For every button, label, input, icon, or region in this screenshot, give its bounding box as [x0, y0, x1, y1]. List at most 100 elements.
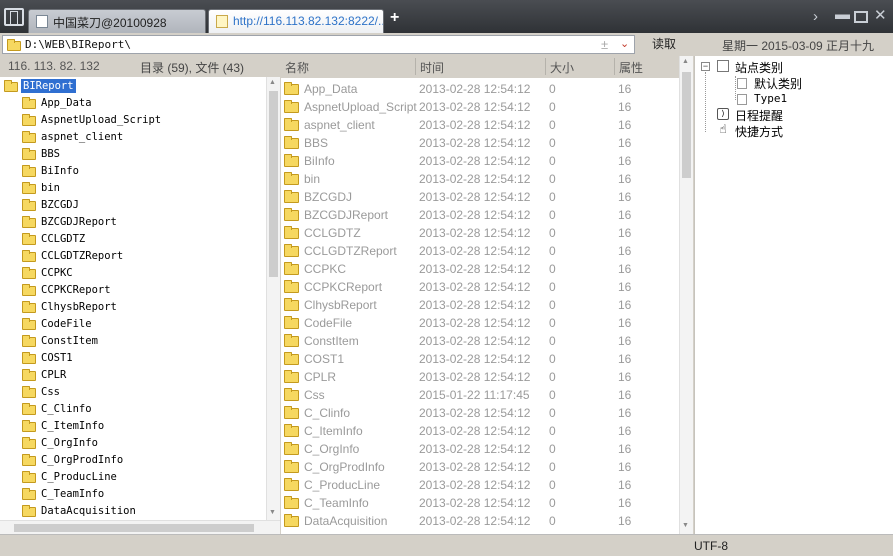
chevron-down-icon[interactable]: ⌄	[620, 37, 629, 50]
cell-time: 2013-02-28 12:54:12	[419, 280, 531, 294]
scrollbar-thumb[interactable]	[682, 72, 691, 178]
tree-item-label: C_OrgProdInfo	[41, 454, 124, 466]
minimize-icon[interactable]: ▬	[835, 6, 850, 23]
tab-caidao[interactable]: 中国菜刀@20100928	[28, 9, 206, 33]
scroll-up-icon[interactable]: ▲	[269, 79, 276, 86]
table-row[interactable]: C_ProducLine 2013-02-28 12:54:12 0 16	[281, 476, 679, 494]
table-row[interactable]: CPLR 2013-02-28 12:54:12 0 16	[281, 368, 679, 386]
cell-time: 2013-02-28 12:54:12	[419, 298, 531, 312]
table-row[interactable]: BBS 2013-02-28 12:54:12 0 16	[281, 134, 679, 152]
table-row[interactable]: bin 2013-02-28 12:54:12 0 16	[281, 170, 679, 188]
table-row[interactable]: BZCGDJReport 2013-02-28 12:54:12 0 16	[281, 206, 679, 224]
folder-icon	[22, 437, 36, 449]
cell-size: 0	[549, 208, 556, 222]
column-divider[interactable]	[415, 58, 416, 75]
tab-url[interactable]: http://116.113.82.132:8222/...	[208, 9, 384, 33]
column-time[interactable]: 时间	[420, 59, 444, 76]
folder-icon	[284, 388, 299, 401]
cell-name: C_TeamInfo	[304, 496, 369, 510]
cell-attr: 16	[618, 172, 632, 186]
table-row[interactable]: C_Clinfo 2013-02-28 12:54:12 0 16	[281, 404, 679, 422]
cell-size: 0	[549, 226, 556, 240]
app-menu-icon[interactable]	[4, 8, 24, 26]
cell-name: C_Clinfo	[304, 406, 351, 420]
cell-size: 0	[549, 442, 556, 456]
table-row[interactable]: ConstItem 2013-02-28 12:54:12 0 16	[281, 332, 679, 350]
close-icon[interactable]: ✕	[874, 6, 887, 24]
table-row[interactable]: Css 2015-01-22 11:17:45 0 16	[281, 386, 679, 404]
table-row[interactable]: BiInfo 2013-02-28 12:54:12 0 16	[281, 152, 679, 170]
tree-guide-line	[705, 72, 706, 132]
new-tab-button[interactable]: +	[390, 9, 399, 27]
list-vertical-scrollbar[interactable]: ▲ ▼	[679, 56, 693, 534]
table-row[interactable]: CCLGDTZReport 2013-02-28 12:54:12 0 16	[281, 242, 679, 260]
read-button[interactable]: 读取	[640, 34, 688, 54]
cell-name: Css	[304, 388, 325, 402]
table-row[interactable]: CCPKCReport 2013-02-28 12:54:12 0 16	[281, 278, 679, 296]
cell-attr: 16	[618, 208, 632, 222]
scroll-up-icon[interactable]: ▲	[682, 58, 689, 65]
table-row[interactable]: CCLGDTZ 2013-02-28 12:54:12 0 16	[281, 224, 679, 242]
category-icon	[737, 94, 747, 105]
table-row[interactable]: C_TeamInfo 2013-02-28 12:54:12 0 16	[281, 494, 679, 512]
table-row[interactable]: CCPKC 2013-02-28 12:54:12 0 16	[281, 260, 679, 278]
cell-time: 2013-02-28 12:54:12	[419, 136, 531, 150]
table-row[interactable]: CodeFile 2013-02-28 12:54:12 0 16	[281, 314, 679, 332]
chevron-right-icon[interactable]: ›	[813, 8, 818, 25]
path-input[interactable]	[25, 37, 585, 52]
column-size[interactable]: 大小	[550, 59, 574, 76]
table-row[interactable]: App_Data 2013-02-28 12:54:12 0 16	[281, 80, 679, 98]
plus-minus-icon[interactable]: ±	[601, 37, 608, 52]
tree-item-label: Css	[41, 386, 60, 398]
cell-size: 0	[549, 316, 556, 330]
site-category-node[interactable]: 站点类别	[735, 59, 783, 76]
default-category-node[interactable]: 默认类别	[754, 75, 802, 92]
cell-attr: 16	[618, 226, 632, 240]
folder-icon	[22, 318, 36, 330]
maximize-icon[interactable]	[854, 11, 868, 23]
table-row[interactable]: DataAcquisition 2013-02-28 12:54:12 0 16	[281, 512, 679, 530]
table-row[interactable]: C_OrgInfo 2013-02-28 12:54:12 0 16	[281, 440, 679, 458]
shortcut-node[interactable]: 快捷方式	[735, 123, 783, 140]
folder-icon	[284, 118, 299, 131]
table-row[interactable]: AspnetUpload_Script 2013-02-28 12:54:12 0 1…	[281, 98, 679, 116]
column-divider[interactable]	[614, 58, 615, 75]
scroll-down-icon[interactable]: ▼	[682, 522, 689, 529]
table-row[interactable]: COST1 2013-02-28 12:54:12 0 16	[281, 350, 679, 368]
cell-time: 2013-02-28 12:54:12	[419, 424, 531, 438]
encoding-label[interactable]: UTF-8	[694, 539, 728, 553]
scrollbar-thumb[interactable]	[14, 524, 254, 532]
cell-name: C_ProducLine	[304, 478, 381, 492]
table-row[interactable]: aspnet_client 2013-02-28 12:54:12 0 16	[281, 116, 679, 134]
table-row[interactable]: BZCGDJ 2013-02-28 12:54:12 0 16	[281, 188, 679, 206]
column-divider[interactable]	[545, 58, 546, 75]
schedule-node[interactable]: 日程提醒	[735, 107, 783, 124]
folder-icon	[284, 424, 299, 437]
table-row[interactable]: C_ItemInfo 2013-02-28 12:54:12 0 16	[281, 422, 679, 440]
table-row[interactable]: C_OrgProdInfo 2013-02-28 12:54:12 0 16	[281, 458, 679, 476]
table-row[interactable]: ClhysbReport 2013-02-28 12:54:12 0 16	[281, 296, 679, 314]
cell-size: 0	[549, 154, 556, 168]
cell-size: 0	[549, 118, 556, 132]
tree-horizontal-scrollbar[interactable]	[0, 520, 280, 534]
scrollbar-thumb[interactable]	[269, 91, 278, 277]
tree-item-label: ClhysbReport	[41, 301, 117, 313]
cell-size: 0	[549, 514, 556, 528]
column-attr[interactable]: 属性	[619, 59, 643, 76]
cell-attr: 16	[618, 298, 632, 312]
folder-icon	[284, 280, 299, 293]
folder-icon	[22, 267, 36, 279]
tab-label: 中国菜刀@20100928	[53, 16, 167, 30]
folder-icon	[22, 488, 36, 500]
cell-name: BBS	[304, 136, 329, 150]
collapse-icon[interactable]: −	[701, 62, 710, 71]
folder-icon	[284, 370, 299, 383]
type1-node[interactable]: Type1	[754, 92, 787, 105]
checkbox[interactable]	[717, 60, 729, 72]
folder-icon	[284, 136, 299, 149]
column-name[interactable]: 名称	[285, 59, 309, 76]
tree-vertical-scrollbar[interactable]: ▲ ▼	[266, 77, 280, 520]
cell-name: DataAcquisition	[304, 514, 388, 528]
cell-time: 2013-02-28 12:54:12	[419, 172, 531, 186]
scroll-down-icon[interactable]: ▼	[269, 509, 276, 516]
